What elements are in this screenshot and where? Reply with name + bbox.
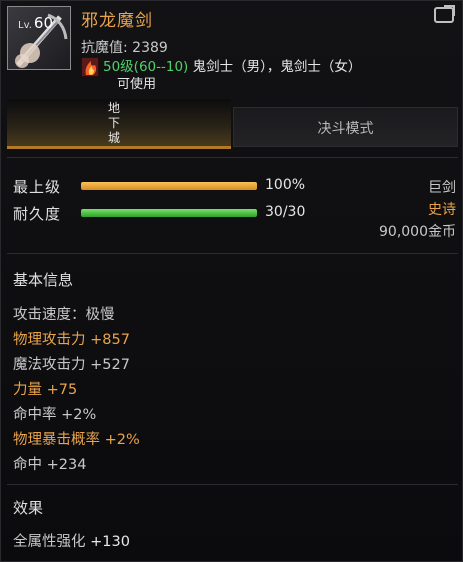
stat-line: 物理暴击概率 +2% [13, 432, 140, 448]
tab-dungeon-label: 地下城 [107, 101, 120, 145]
rarity: 史诗 [428, 202, 456, 218]
tab-dungeon[interactable]: 地下城 [7, 99, 231, 149]
flame-class-icon [81, 57, 99, 77]
price: 90,000金币 [379, 224, 456, 240]
tab-pvp[interactable]: 决斗模式 [233, 107, 458, 147]
usable-status: 可使用 [117, 77, 157, 92]
divider [7, 253, 458, 254]
tab-pvp-label: 决斗模式 [317, 121, 374, 137]
effects-header: 效果 [13, 499, 44, 517]
grade-value: 100% [265, 177, 306, 193]
durability-label: 耐久度 [13, 205, 62, 223]
sword-item-icon: Lv. 60 [7, 6, 71, 70]
basic-info-header: 基本信息 [13, 271, 74, 289]
durability-bar [81, 209, 257, 217]
divider [7, 157, 458, 158]
share-icon[interactable] [434, 5, 455, 23]
divider [7, 484, 458, 485]
item-tooltip-panel: Lv. 60 邪龙魔剑 抗魔值: 2389 50级(60--10) 鬼剑士（男），… [0, 0, 463, 562]
effect-line: 全属性强化 +130 [13, 534, 130, 550]
class-list: 鬼剑士（男），鬼剑士（女） [192, 59, 362, 75]
mode-tabs: 地下城 决斗模式 [7, 99, 458, 149]
stat-line: 攻击速度：极慢 [13, 307, 115, 323]
item-level: Lv. 60 [18, 14, 53, 32]
stat-line: 命中 +234 [13, 457, 87, 473]
stat-line: 力量 +75 [13, 382, 78, 398]
stat-line: 魔法攻击力 +527 [13, 357, 130, 373]
grade-bar [81, 182, 257, 190]
weapon-type: 巨剑 [428, 180, 456, 196]
stat-line: 物理攻击力 +857 [13, 332, 130, 348]
class-requirement: 50级(60--10) 鬼剑士（男），鬼剑士（女） [103, 55, 361, 75]
item-name: 邪龙魔剑 [81, 11, 153, 31]
durability-value: 30/30 [265, 204, 306, 220]
resist-value: 抗魔值: 2389 [81, 40, 168, 56]
grade-label: 最上级 [13, 178, 62, 196]
stat-line: 命中率 +2% [13, 407, 97, 423]
